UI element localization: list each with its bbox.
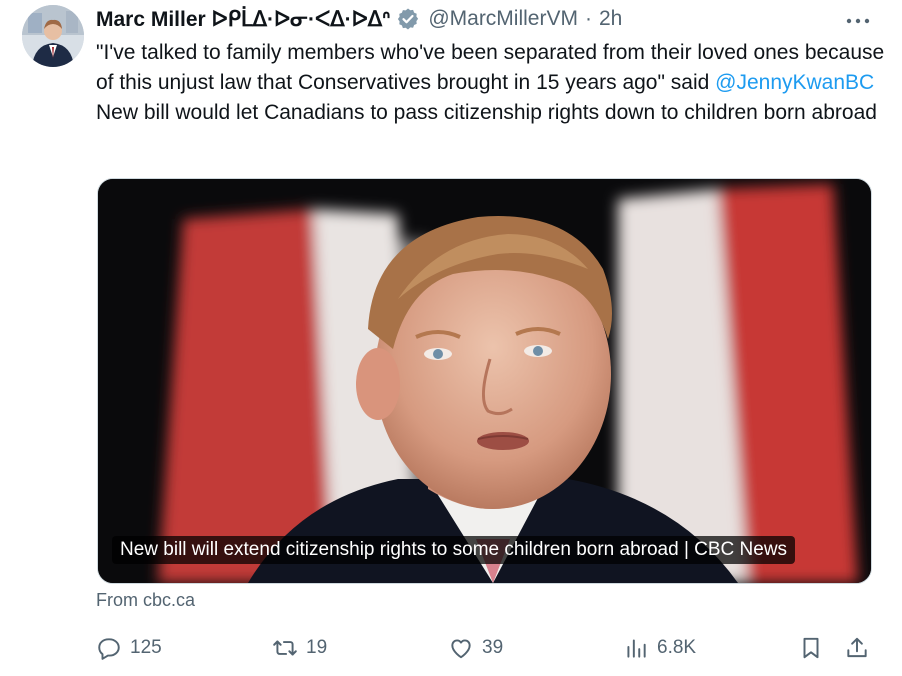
link-card[interactable]: New bill will extend citizenship rights … bbox=[97, 178, 872, 584]
more-options-icon[interactable] bbox=[842, 10, 874, 32]
share-button[interactable] bbox=[844, 632, 878, 664]
avatar-image bbox=[22, 5, 84, 67]
views-button[interactable]: 6.8K bbox=[623, 632, 696, 664]
mention-link[interactable]: @JennyKwanBC bbox=[715, 71, 874, 94]
tweet-text-rest: New bill would let Canadians to pass cit… bbox=[96, 101, 877, 124]
tweet-text: "I've talked to family members who've be… bbox=[96, 38, 886, 128]
like-count: 39 bbox=[482, 637, 504, 658]
reply-button[interactable]: 125 bbox=[96, 632, 162, 664]
verified-badge-icon[interactable] bbox=[396, 7, 420, 31]
retweet-button[interactable]: 19 bbox=[272, 632, 327, 664]
views-count: 6.8K bbox=[657, 637, 697, 658]
action-bar: 125 19 39 6.8K bbox=[96, 632, 876, 664]
author-handle[interactable]: @MarcMillerVM bbox=[428, 7, 578, 31]
views-icon bbox=[627, 639, 646, 658]
card-image bbox=[98, 179, 871, 583]
heart-icon bbox=[451, 639, 471, 659]
author-name[interactable]: Marc Miller ᐅᑭᒫᐃ·ᐅᓂ·ᐸᐃ·ᐅᐃᐢ bbox=[96, 7, 390, 32]
header-separator: · bbox=[584, 7, 592, 30]
bookmark-button[interactable] bbox=[798, 632, 832, 664]
reply-count: 125 bbox=[130, 637, 162, 658]
card-caption: New bill will extend citizenship rights … bbox=[112, 536, 796, 564]
retweet-count: 19 bbox=[306, 637, 328, 658]
share-icon bbox=[847, 637, 867, 658]
like-button[interactable]: 39 bbox=[448, 632, 503, 664]
reply-icon bbox=[98, 638, 120, 660]
card-source[interactable]: From cbc.ca bbox=[96, 590, 195, 611]
tweet-header: Marc Miller ᐅᑭᒫᐃ·ᐅᓂ·ᐸᐃ·ᐅᐃᐢ @MarcMillerVM… bbox=[96, 5, 622, 33]
retweet-icon bbox=[273, 640, 297, 656]
post-timestamp[interactable]: 2h bbox=[599, 7, 622, 31]
bookmark-icon bbox=[803, 637, 819, 659]
avatar[interactable] bbox=[22, 5, 84, 67]
